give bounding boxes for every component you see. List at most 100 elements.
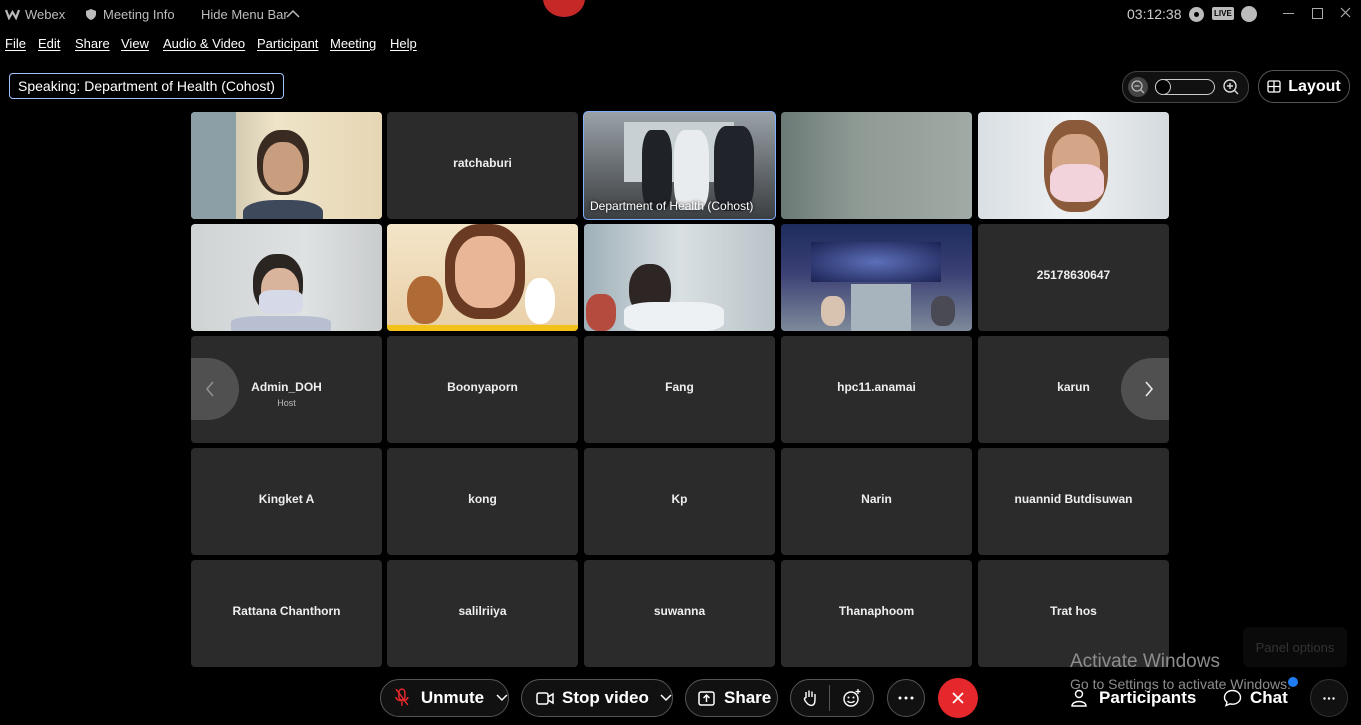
video-tile[interactable] [781, 224, 972, 331]
more-panels-button[interactable] [1310, 679, 1348, 717]
more-options-button[interactable] [887, 679, 925, 717]
participant-name: Thanaphoom [838, 604, 915, 618]
emoji-reaction-icon[interactable] [842, 688, 862, 708]
participant-tile[interactable]: Kingket A [191, 448, 382, 555]
video-feed-blurred [781, 112, 972, 219]
participant-tile[interactable]: 25178630647 [978, 224, 1169, 331]
zoom-in-icon[interactable] [1221, 77, 1241, 97]
participant-tile[interactable]: hpc11.anamai [781, 336, 972, 443]
webex-logo-icon [5, 9, 20, 20]
participant-tile[interactable]: suwanna [584, 560, 775, 667]
participants-button[interactable]: Participants [1071, 688, 1196, 708]
panel-options-button[interactable]: Panel options [1243, 627, 1347, 667]
microphone-muted-icon [395, 688, 409, 706]
video-tile[interactable] [781, 112, 972, 219]
ellipsis-icon [1323, 696, 1335, 700]
unmute-label: Unmute [420, 688, 485, 707]
participant-name: Narin [861, 492, 892, 506]
participant-tile[interactable]: Boonyaporn [387, 336, 578, 443]
chat-notification-dot [1288, 677, 1298, 687]
participant-tile[interactable]: Kp [584, 448, 775, 555]
menu-help[interactable]: Help [390, 36, 417, 51]
ellipsis-icon [898, 696, 914, 700]
participant-name: Fang [665, 380, 694, 394]
unmute-button[interactable]: Unmute [380, 679, 509, 717]
participant-tile[interactable]: ratchaburi [387, 112, 578, 219]
video-tile[interactable] [584, 224, 775, 331]
activate-windows-title: Activate Windows [1070, 651, 1220, 672]
participant-name: 25178630647 [1036, 268, 1111, 282]
recording-indicator[interactable] [543, 0, 585, 17]
participant-name: suwanna [653, 604, 706, 618]
participants-icon [1071, 689, 1087, 707]
menu-file[interactable]: File [5, 36, 26, 51]
menu-audio-video[interactable]: Audio & Video [163, 36, 245, 51]
participant-name: ratchaburi [453, 156, 512, 170]
video-feed [191, 112, 382, 219]
raise-hand-icon[interactable] [803, 689, 817, 707]
participant-name: kong [468, 492, 497, 506]
participant-tile[interactable]: Rattana Chanthorn [191, 560, 382, 667]
video-feed [387, 224, 578, 331]
reactions-group [790, 679, 874, 717]
chevron-up-icon[interactable] [286, 9, 300, 19]
app-name: Webex [25, 7, 66, 22]
speaking-name: Department of Health (Cohost) [84, 78, 275, 94]
participant-name: hpc11.anamai [837, 380, 916, 394]
chat-bubble-icon [1223, 689, 1242, 707]
stop-video-label: Stop video [562, 688, 649, 707]
minimize-icon[interactable] [1283, 13, 1294, 14]
menu-view[interactable]: View [121, 36, 149, 51]
layout-button[interactable]: Layout [1258, 70, 1350, 103]
close-icon[interactable] [1340, 7, 1351, 18]
participants-label: Participants [1099, 688, 1197, 707]
zoom-out-icon[interactable] [1127, 76, 1149, 98]
meeting-info-link[interactable]: Meeting Info [103, 7, 175, 22]
share-label: Share [724, 688, 772, 707]
video-feed [978, 112, 1169, 219]
speaking-label: Speaking: [18, 78, 81, 94]
participant-name: Boonyaporn [447, 380, 518, 394]
zoom-control [1122, 71, 1249, 103]
stop-video-button[interactable]: Stop video [521, 679, 673, 717]
video-tile[interactable] [387, 224, 578, 331]
signal-stats-icon[interactable] [1241, 6, 1257, 22]
menu-edit[interactable]: Edit [38, 36, 60, 51]
chevron-down-icon[interactable] [496, 694, 508, 702]
participant-tile[interactable]: salilriiya [387, 560, 578, 667]
chat-button[interactable]: Chat [1223, 688, 1288, 708]
participant-tile[interactable]: Narin [781, 448, 972, 555]
participant-name: nuannid Butdisuwan [1014, 492, 1133, 506]
zoom-slider-handle[interactable] [1155, 79, 1171, 95]
participant-name: Department of Health (Cohost) [590, 199, 754, 213]
end-meeting-button[interactable] [938, 678, 978, 718]
meeting-clock: 03:12:38 [1127, 6, 1182, 22]
menu-participant[interactable]: Participant [257, 36, 318, 51]
participant-tile[interactable]: nuannid Butdisuwan [978, 448, 1169, 555]
participant-name: salilriiya [458, 604, 507, 618]
hide-menu-bar-button[interactable]: Hide Menu Bar [201, 7, 288, 22]
chevron-left-icon [205, 381, 214, 397]
live-badge: LIVE [1212, 7, 1234, 20]
chat-label: Chat [1250, 688, 1288, 707]
participant-tile[interactable]: kong [387, 448, 578, 555]
video-feed [191, 224, 382, 331]
chevron-down-icon[interactable] [660, 694, 672, 702]
zoom-slider[interactable] [1155, 79, 1215, 95]
menu-meeting[interactable]: Meeting [330, 36, 376, 51]
participant-name: Kingket A [258, 492, 315, 506]
restore-icon[interactable] [1312, 8, 1323, 19]
participant-tile[interactable]: Fang [584, 336, 775, 443]
participant-name: Rattana Chanthorn [232, 604, 341, 618]
participant-tile[interactable]: Thanaphoom [781, 560, 972, 667]
video-tile[interactable] [191, 112, 382, 219]
participant-name: Kp [671, 492, 688, 506]
video-camera-icon [536, 691, 554, 705]
video-tile-active-speaker[interactable]: Department of Health (Cohost) [583, 111, 776, 220]
chevron-right-icon [1145, 381, 1154, 397]
share-button[interactable]: Share [685, 679, 778, 717]
speaking-indicator: Speaking: Department of Health (Cohost) [9, 73, 284, 99]
video-tile[interactable] [191, 224, 382, 331]
video-tile[interactable] [978, 112, 1169, 219]
menu-share[interactable]: Share [75, 36, 110, 51]
